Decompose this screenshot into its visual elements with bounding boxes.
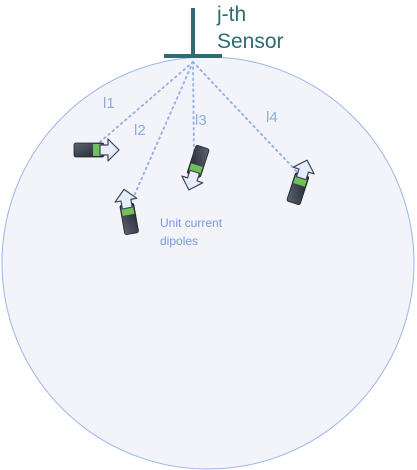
diagram: j-th Sensor l1 l2 l3 l4 Unit current dip… xyxy=(1,3,415,470)
sensor-label-line1: j-th xyxy=(216,3,246,26)
head-circle xyxy=(1,56,415,470)
sensor-symbol xyxy=(164,8,222,58)
sensor-label-line2: Sensor xyxy=(217,30,284,53)
caption-line2: dipoles xyxy=(160,234,198,248)
path-label-l4: l4 xyxy=(266,109,278,126)
path-label-l2: l2 xyxy=(134,122,146,139)
path-label-l3: l3 xyxy=(195,112,207,129)
path-label-l1: l1 xyxy=(103,95,115,112)
caption-line1: Unit current xyxy=(160,216,223,230)
